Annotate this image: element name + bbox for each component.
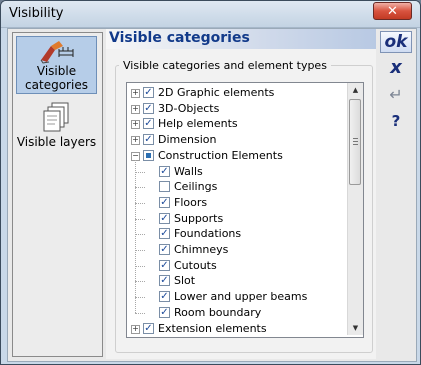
expand-icon[interactable]: + (131, 89, 140, 98)
tree-connector (135, 281, 145, 283)
tree-connector (135, 159, 136, 313)
ok-button[interactable]: ok (380, 31, 412, 53)
tree-row[interactable]: + ✓ Extension elements (127, 321, 347, 337)
scrollbar[interactable]: ▲ ▼ (347, 83, 363, 335)
tree-row-label: Extension elements (158, 321, 267, 335)
title-bar[interactable]: Visibility ✕ (1, 1, 420, 28)
checkbox[interactable]: ✓ (143, 87, 154, 98)
page-title: Visible categories (106, 29, 376, 49)
category-tree[interactable]: + ✓ 2D Graphic elements + ✓ 3D-Objects + ✓ Help … (126, 82, 364, 338)
tree-row[interactable]: ✓ Walls (127, 164, 347, 180)
tree-row[interactable]: − Construction Elements (127, 148, 347, 164)
dialog-body: Visible categories Visible layers Visibl… (7, 28, 417, 362)
tree-row[interactable]: ✓ Foundations (127, 226, 347, 242)
tree-connector (135, 265, 145, 267)
tree-row-label: 2D Graphic elements (158, 86, 275, 99)
checkbox[interactable]: ✓ (159, 244, 170, 255)
visibility-dialog: Visibility ✕ Visible categories Visible … (0, 0, 421, 365)
group-label: Visible categories and element types (119, 59, 331, 72)
tree-row-label: Supports (174, 211, 224, 225)
expand-icon[interactable]: + (131, 136, 140, 146)
tree-row-label: Help elements (158, 117, 238, 131)
expand-icon[interactable]: + (131, 324, 140, 334)
scroll-down-arrow[interactable]: ▼ (349, 321, 362, 335)
checkbox[interactable]: ✓ (143, 134, 154, 146)
tree-row-label: Walls (174, 164, 203, 178)
checkbox[interactable]: ✓ (159, 306, 170, 318)
expand-icon[interactable]: + (131, 104, 140, 114)
tree-row[interactable]: ✓ Slot (127, 273, 347, 289)
checkbox[interactable] (159, 181, 170, 193)
scroll-thumb[interactable] (349, 99, 361, 185)
tree-row[interactable]: ✓ Chimneys (127, 242, 347, 258)
sidebar-item-label: Visible layers (16, 135, 97, 149)
tree-row[interactable]: ✓ Supports (127, 211, 347, 227)
checkbox[interactable]: ✓ (159, 165, 170, 177)
checkbox[interactable]: ✓ (159, 259, 170, 271)
sidebar: Visible categories Visible layers (12, 32, 103, 357)
action-buttons: ok x ↵ ? (378, 29, 414, 359)
tree-connector (135, 171, 145, 173)
tree-row-label: Cutouts (174, 258, 217, 272)
checkbox[interactable]: ✓ (159, 228, 170, 240)
cancel-button[interactable]: x (380, 59, 412, 79)
sidebar-item-visible-layers[interactable]: Visible layers (16, 101, 97, 153)
tree-connector (135, 202, 145, 204)
visible-categories-icon (40, 41, 73, 64)
checkbox[interactable] (143, 149, 154, 161)
checkbox[interactable]: ✓ (159, 212, 170, 224)
checkbox[interactable]: ✓ (143, 118, 154, 130)
tree-row[interactable]: + ✓ Dimension (127, 132, 347, 148)
tree-row[interactable]: ✓ Floors (127, 195, 347, 211)
tree-row-label: Chimneys (174, 243, 229, 256)
checkbox[interactable]: ✓ (143, 102, 154, 114)
tree-connector (135, 187, 145, 189)
tree-row-label: Construction Elements (158, 148, 283, 162)
tree-row-label: Lower and upper beams (174, 290, 308, 304)
tree-row-label: Foundations (174, 227, 242, 241)
tree-row-label: 3D-Objects (158, 101, 220, 115)
tree-connector (135, 218, 145, 220)
checkbox[interactable]: ✓ (159, 196, 170, 208)
tree-connector (135, 250, 145, 251)
expand-icon[interactable]: + (131, 120, 140, 130)
sidebar-item-label: Visible categories (25, 64, 88, 92)
tree-row[interactable]: + ✓ Help elements (127, 116, 347, 132)
checkbox[interactable]: ✓ (159, 291, 170, 303)
tree-row[interactable]: ✓ Cutouts (127, 258, 347, 274)
close-icon: ✕ (387, 4, 398, 19)
checkbox[interactable]: ✓ (159, 275, 170, 287)
tree-connector (135, 234, 145, 236)
tree-row-label: Ceilings (174, 180, 218, 194)
visible-layers-icon (43, 102, 68, 132)
checkbox[interactable]: ✓ (143, 322, 154, 334)
tree-row[interactable]: Ceilings (127, 179, 347, 195)
tree-row[interactable]: + ✓ 3D-Objects (127, 101, 347, 117)
close-button[interactable]: ✕ (373, 2, 412, 20)
tree-row-label: Room boundary (174, 305, 262, 319)
tree-row-label: Slot (174, 274, 196, 288)
main-panel: Visible categories Visible categories an… (106, 29, 376, 359)
window-title: Visibility (9, 6, 64, 21)
tree-row[interactable]: + ✓ 2D Graphic elements (127, 85, 347, 101)
sidebar-item-visible-categories[interactable]: Visible categories (16, 36, 97, 94)
tree-row-label: Floors (174, 195, 208, 209)
tree-connector (135, 297, 145, 299)
apply-button[interactable]: ↵ (380, 85, 412, 105)
tree-row-label: Dimension (158, 133, 217, 147)
tree-row[interactable]: ✓ Room boundary (127, 305, 347, 321)
tree-connector (135, 312, 145, 314)
scroll-up-arrow[interactable]: ▲ (349, 83, 362, 97)
tree-row[interactable]: ✓ Lower and upper beams (127, 289, 347, 305)
help-button[interactable]: ? (380, 111, 412, 131)
